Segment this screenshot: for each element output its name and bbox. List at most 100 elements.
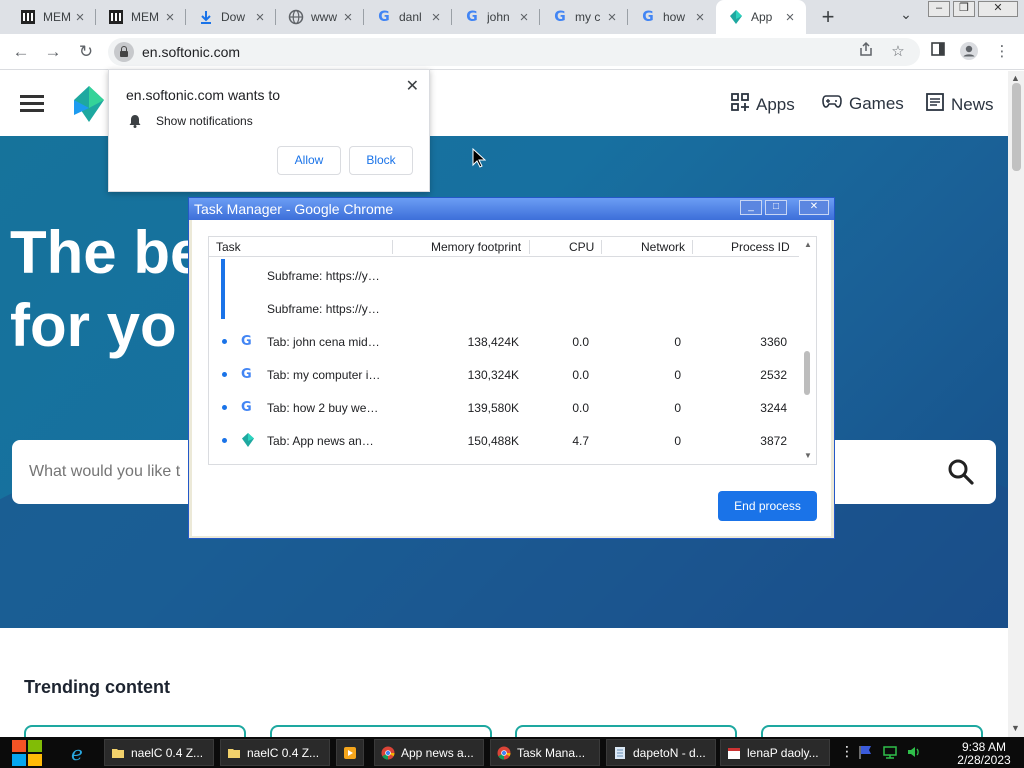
- close-icon[interactable]: ×: [162, 9, 178, 26]
- table-row[interactable]: Subframe: https://y…: [209, 259, 799, 292]
- table-row[interactable]: G Tab: my computer i… 130,324K 0.0 0 2532: [209, 358, 799, 391]
- close-icon[interactable]: ×: [340, 9, 356, 26]
- minimize-window-button[interactable]: –: [928, 1, 950, 17]
- tray-overflow-icon[interactable]: ⋮: [840, 743, 854, 760]
- taskbar-button[interactable]: lenaP daoly...: [720, 739, 830, 766]
- minimize-button[interactable]: _: [740, 200, 762, 215]
- maximize-button[interactable]: □: [765, 200, 787, 215]
- table-row[interactable]: Subframe: https://y…: [209, 292, 799, 325]
- hamburger-menu-icon[interactable]: [20, 95, 44, 113]
- trending-card[interactable]: [515, 725, 737, 737]
- share-icon[interactable]: [855, 41, 877, 63]
- taskbar-button[interactable]: dapetoN - d...: [606, 739, 716, 766]
- softonic-logo[interactable]: [72, 85, 106, 123]
- nav-news[interactable]: News: [926, 93, 994, 116]
- tab-2[interactable]: Dow ×: [186, 0, 276, 34]
- task-manager-titlebar[interactable]: Task Manager - Google Chrome _ □ ✕: [189, 198, 834, 220]
- taskbar-button[interactable]: [336, 739, 364, 766]
- tab-4[interactable]: G danl ×: [364, 0, 452, 34]
- google-icon: G: [241, 334, 252, 349]
- side-panel-icon[interactable]: [927, 41, 949, 63]
- taskbar-button[interactable]: Task Mana...: [490, 739, 600, 766]
- end-process-button[interactable]: End process: [718, 491, 817, 521]
- table-row[interactable]: G Tab: how 2 buy we… 139,580K 0.0 0 3244: [209, 391, 799, 424]
- tab-5[interactable]: G john ×: [452, 0, 540, 34]
- trending-card[interactable]: [24, 725, 246, 737]
- search-icon[interactable]: [946, 457, 976, 487]
- media-player-icon: [344, 746, 356, 759]
- close-button[interactable]: ✕: [799, 200, 829, 215]
- tab-title: MEM: [43, 10, 71, 24]
- cell-cpu: 0.0: [572, 368, 589, 382]
- close-icon[interactable]: ×: [428, 9, 444, 26]
- page-scrollbar[interactable]: ▲ ▼: [1008, 71, 1024, 737]
- trending-card[interactable]: [761, 725, 983, 737]
- close-icon[interactable]: ×: [604, 9, 620, 26]
- network-icon[interactable]: [882, 744, 898, 765]
- block-button[interactable]: Block: [349, 146, 413, 175]
- taskbar-button-label: naelC 0.4 Z...: [131, 745, 204, 760]
- tab-3[interactable]: www ×: [276, 0, 364, 34]
- url-text[interactable]: en.softonic.com: [142, 44, 240, 60]
- scroll-down-arrow[interactable]: ▼: [1011, 723, 1020, 733]
- cell-process-id: 2532: [760, 368, 787, 382]
- restore-window-button[interactable]: ❐: [953, 1, 975, 17]
- close-icon[interactable]: ✕: [406, 76, 419, 96]
- tab-1[interactable]: MEM ×: [96, 0, 186, 34]
- reload-button[interactable]: ↻: [75, 41, 97, 63]
- tab-7[interactable]: G how ×: [628, 0, 716, 34]
- tab-title: my c: [575, 10, 601, 24]
- scroll-up-arrow[interactable]: ▲: [1011, 73, 1020, 83]
- table-row[interactable]: Tab: App news an… 150,488K 4.7 0 3872: [209, 424, 799, 457]
- column-header-task[interactable]: Task: [216, 240, 241, 254]
- forward-button[interactable]: →: [42, 41, 64, 63]
- close-icon[interactable]: ×: [782, 9, 798, 26]
- flag-icon[interactable]: [858, 744, 874, 765]
- tab-title: www: [311, 10, 337, 24]
- column-header-cpu[interactable]: CPU: [569, 240, 594, 254]
- tab-6[interactable]: G my c ×: [540, 0, 628, 34]
- taskbar-button-label: Task Mana...: [517, 745, 586, 760]
- tab-8-active[interactable]: App ×: [716, 0, 806, 34]
- scroll-thumb[interactable]: [804, 351, 810, 395]
- taskbar-button[interactable]: App news a...: [374, 739, 484, 766]
- scroll-up-arrow[interactable]: ▲: [804, 240, 812, 249]
- close-icon[interactable]: ×: [692, 9, 708, 26]
- scroll-thumb[interactable]: [1012, 83, 1021, 171]
- scroll-down-arrow[interactable]: ▼: [804, 451, 812, 460]
- table-row[interactable]: G Tab: john cena mid… 138,424K 0.0 0 3360: [209, 325, 799, 358]
- lock-icon[interactable]: [114, 42, 134, 62]
- column-header-memory[interactable]: Memory footprint: [431, 240, 521, 254]
- start-button-windows-logo-icon[interactable]: [10, 738, 44, 767]
- volume-icon[interactable]: [906, 744, 922, 765]
- back-button[interactable]: ←: [10, 41, 32, 63]
- close-icon[interactable]: ×: [72, 9, 88, 26]
- clock-time[interactable]: 9:38 AM: [944, 740, 1024, 754]
- close-window-button[interactable]: ✕: [978, 1, 1018, 17]
- close-icon[interactable]: ×: [252, 9, 268, 26]
- internet-explorer-icon[interactable]: e: [68, 741, 90, 765]
- cell-memory: 138,424K: [467, 335, 519, 349]
- tab-0[interactable]: MEM ×: [8, 0, 96, 34]
- nav-games[interactable]: Games: [822, 93, 904, 114]
- address-bar[interactable]: en.softonic.com: [108, 38, 920, 66]
- notification-permission-prompt: en.softonic.com wants to ✕ Show notifica…: [108, 69, 430, 192]
- profile-avatar-icon[interactable]: [958, 41, 980, 63]
- column-header-network[interactable]: Network: [641, 240, 685, 254]
- menu-kebab-icon[interactable]: ⋮: [991, 41, 1013, 63]
- cell-cpu: 4.7: [572, 434, 589, 448]
- new-tab-button[interactable]: +: [816, 4, 840, 30]
- cell-network: 0: [674, 434, 681, 448]
- taskbar-button[interactable]: naelC 0.4 Z...: [220, 739, 330, 766]
- close-icon[interactable]: ×: [516, 9, 532, 26]
- table-scrollbar[interactable]: ▲ ▼: [801, 237, 816, 464]
- column-header-process-id[interactable]: Process ID: [731, 240, 790, 254]
- clock-date[interactable]: 2/28/2023: [944, 753, 1024, 767]
- taskbar-button[interactable]: naelC 0.4 Z...: [104, 739, 214, 766]
- bookmark-star-icon[interactable]: ☆: [887, 41, 909, 63]
- mouse-cursor-icon: [472, 148, 486, 168]
- allow-button[interactable]: Allow: [277, 146, 341, 175]
- nav-apps[interactable]: Apps: [731, 93, 795, 116]
- trending-card[interactable]: [270, 725, 492, 737]
- chevron-down-icon[interactable]: ⌄: [896, 6, 916, 26]
